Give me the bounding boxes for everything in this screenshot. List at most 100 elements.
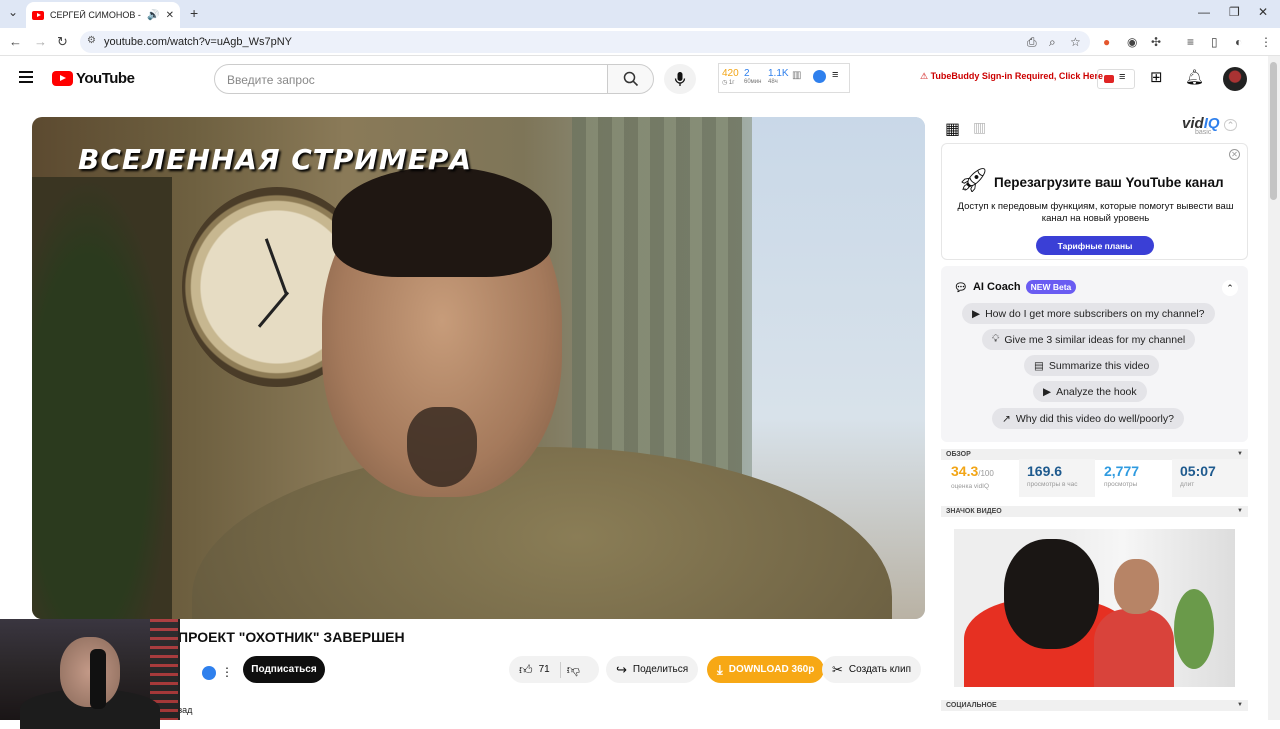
collapse-caret-icon[interactable]: ⌃	[1222, 280, 1238, 296]
coach-question-ideas[interactable]: 💡︎ Give me 3 similar ideas for my channel	[982, 329, 1196, 350]
youtube-play-icon	[52, 71, 73, 86]
forward-icon[interactable]: →	[34, 34, 47, 49]
tubebuddy-warning-text: TubeBuddy Sign-in Required, Click Here	[930, 71, 1103, 81]
play-circle-icon[interactable]	[813, 70, 826, 83]
question-text: Summarize this video	[1048, 359, 1150, 372]
download-button[interactable]: ⤓ DOWNLOAD 360p	[707, 656, 825, 683]
close-icon[interactable]: ✕	[1229, 149, 1240, 160]
coach-question-performance[interactable]: ↗ Why did this video do well/poorly?	[992, 408, 1184, 429]
close-window-icon[interactable]: ✕	[1258, 5, 1268, 19]
search-input[interactable]: Введите запрос	[214, 64, 608, 94]
dislike-icon[interactable]: 👎︎	[567, 662, 580, 678]
coach-question-summarize[interactable]: ▤ Summarize this video	[1024, 355, 1160, 376]
coach-question-hook[interactable]: ▶ Analyze the hook	[1033, 381, 1147, 402]
person-beard	[407, 407, 477, 487]
collapse-icon[interactable]: ⌃	[1223, 119, 1238, 131]
download-label: DOWNLOAD 360p	[728, 664, 815, 675]
length-value: 05:07	[1180, 463, 1216, 479]
tubebuddy-menu-icon[interactable]: ≡	[1097, 69, 1135, 89]
video-icon: ▶	[972, 307, 981, 320]
search-icon	[623, 71, 638, 87]
zoom-icon[interactable]: ⌕	[1049, 35, 1056, 50]
share-arrow-icon: ↪	[616, 661, 627, 677]
thumb-dog	[1004, 539, 1099, 649]
thumbnail-section-header[interactable]: ЗНАЧОК ВИДЕО ▼	[941, 506, 1248, 517]
share-button[interactable]: ↪ Поделиться	[606, 656, 699, 683]
url-field[interactable]: ⚙ youtube.com/watch?v=uAgb_Ws7pNY	[80, 31, 1090, 53]
side-panel-icon[interactable]: ▯	[1211, 35, 1218, 49]
media-controls-icon[interactable]: ≡	[1187, 35, 1194, 49]
install-icon[interactable]: ⎙	[1027, 35, 1037, 50]
stat-2-label: 60мин	[744, 79, 762, 85]
logo-text: YouTube	[76, 70, 135, 87]
video-player[interactable]: ВСЕЛЕННАЯ СТРИМЕРА	[32, 117, 925, 619]
video-title: ПРОЕКТ "ОХОТНИК" ЗАВЕРШЕН	[178, 629, 405, 645]
like-count[interactable]: 71	[539, 664, 550, 675]
close-tab-icon[interactable]: ✕	[166, 10, 174, 21]
extensions-puzzle-icon[interactable]: ✣	[1151, 35, 1161, 49]
microphone-icon	[674, 72, 686, 86]
page-scrollbar[interactable]	[1268, 56, 1280, 720]
video-thumbnail[interactable]	[954, 529, 1235, 687]
new-tab-icon[interactable]: +	[190, 5, 198, 21]
ai-coach-title: AI Coach	[972, 281, 1021, 293]
total-views: 2,777 просмотры	[1096, 459, 1171, 497]
minimize-icon[interactable]: —	[1198, 5, 1210, 19]
question-text: Give me 3 similar ideas for my channel	[1004, 333, 1186, 346]
browser-tab[interactable]: СЕРГЕЙ СИМОНОВ - ПРО 🔊 ✕	[26, 2, 180, 28]
thumb-man-shirt	[1094, 609, 1174, 687]
chart-view-icon[interactable]: ▥	[973, 119, 986, 136]
like-icon[interactable]: 👍︎	[519, 662, 533, 678]
scrollbar-thumb[interactable]	[1270, 62, 1277, 200]
question-text: Why did this video do well/poorly?	[1015, 412, 1174, 425]
back-icon[interactable]: ←	[9, 34, 22, 49]
extension-globe-icon[interactable]: ◉	[1127, 35, 1137, 49]
pricing-plans-button[interactable]: Тарифные планы	[1036, 236, 1154, 255]
length-label: длит	[1180, 481, 1195, 488]
subscribe-button[interactable]: Подписаться	[243, 656, 325, 683]
tubebuddy-signin-link[interactable]: ⚠ TubeBuddy Sign-in Required, Click Here	[920, 71, 1103, 82]
description-snippet[interactable]: зад	[178, 705, 192, 715]
question-text: How do I get more subscribers on my chan…	[985, 307, 1205, 320]
reload-icon[interactable]: ↻	[57, 34, 68, 50]
create-video-icon[interactable]: ⊞	[1150, 68, 1163, 86]
video-icon: ▶	[1043, 385, 1052, 398]
ai-coach-header: 💬︎ AI Coach NEW Beta	[954, 280, 1077, 294]
channel-extension-icons[interactable]: ⋮	[196, 663, 234, 683]
menu-icon[interactable]	[19, 71, 33, 83]
create-clip-button[interactable]: ✂ Создать клип	[822, 656, 922, 683]
bookmark-star-icon[interactable]: ☆	[1070, 35, 1081, 49]
more-options-icon[interactable]: ⋮	[221, 665, 233, 679]
person-hair	[332, 167, 552, 277]
like-dislike-group: 👍︎ 71 👎︎	[509, 656, 599, 683]
warning-icon: ⚠	[920, 71, 929, 81]
restore-icon[interactable]: ❐	[1229, 5, 1240, 19]
coach-question-subscribers[interactable]: ▶ How do I get more subscribers on my cha…	[962, 303, 1215, 324]
search-placeholder: Введите запрос	[227, 73, 315, 87]
chrome-menu-icon[interactable]: ⋮	[1260, 35, 1272, 49]
speaker-icon[interactable]: 🔊	[147, 10, 159, 21]
widget-menu-icon[interactable]: ≡	[832, 69, 838, 81]
tab-search-icon[interactable]: ⌄	[8, 5, 18, 19]
address-bar-row: ← → ↻ ⚙ youtube.com/watch?v=uAgb_Ws7pNY …	[0, 28, 1280, 56]
thumb-plant	[1174, 589, 1214, 669]
views-label: просмотры	[1104, 481, 1138, 488]
site-info-icon[interactable]: ⚙	[87, 35, 96, 46]
tab-title: СЕРГЕЙ СИМОНОВ - ПРО	[50, 10, 141, 20]
promo-text: Доступ к передовым функциям, которые пом…	[957, 201, 1234, 224]
social-section-header[interactable]: СОЦИАЛЬНОЕ ▼	[941, 700, 1248, 711]
voice-search-button[interactable]	[664, 64, 696, 94]
realtime-stats-widget[interactable]: 420 ◷ 1г 2 60мин 1.1K 48ч ▥ ≡	[718, 63, 850, 93]
vph-value: 169.6	[1027, 463, 1063, 479]
notifications-bell-icon[interactable]: 🔔︎	[1185, 68, 1204, 86]
grid-view-icon[interactable]: ▦	[945, 119, 960, 139]
youtube-logo[interactable]: YouTube	[52, 70, 135, 87]
play-circle-icon[interactable]	[202, 666, 216, 680]
views-value: 2,777	[1104, 463, 1140, 479]
share-label: Поделиться	[632, 664, 689, 675]
profile-icon[interactable]: ◐	[1235, 35, 1242, 49]
bar-chart-icon[interactable]: ▥	[792, 70, 801, 81]
extension-flame-icon[interactable]: ●	[1103, 35, 1110, 49]
account-avatar[interactable]	[1223, 67, 1247, 91]
search-button[interactable]	[607, 64, 654, 94]
